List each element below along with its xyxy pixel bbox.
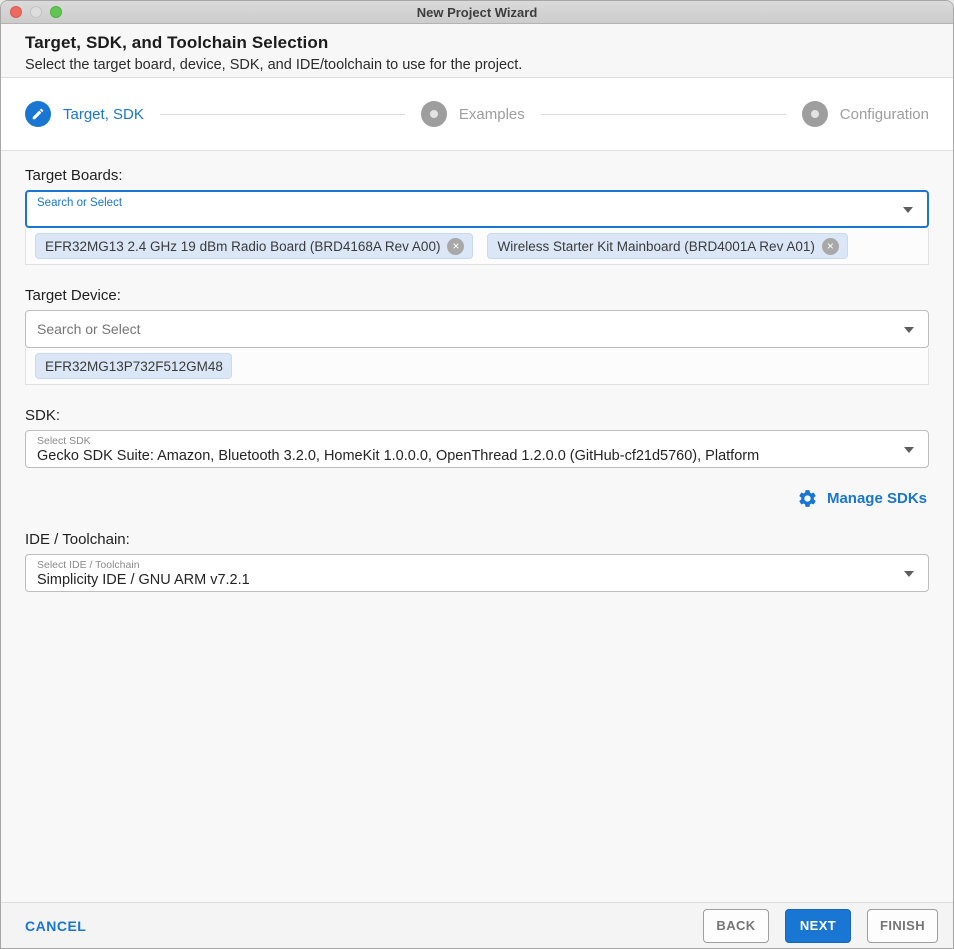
wizard-header: Target, SDK, and Toolchain Selection Sel… [1,24,953,78]
sdk-label: SDK: [25,407,61,424]
manage-sdks-row: Manage SDKs [25,488,927,509]
target-device-label: Target Device: [25,287,121,304]
window-title: New Project Wizard [416,4,538,20]
remove-chip-icon[interactable]: × [447,237,465,255]
device-chip: EFR32MG13P732F512GM48 [35,353,232,379]
chevron-down-icon[interactable] [904,571,914,577]
target-boards-search-placeholder: Search or Select [37,197,123,209]
target-boards-combobox[interactable]: Search or Select [25,190,929,228]
step-label: Examples [458,105,525,123]
chevron-down-icon[interactable] [904,447,914,453]
board-chip: EFR32MG13 2.4 GHz 19 dBm Radio Board (BR… [35,233,474,259]
back-button[interactable]: BACK [702,908,769,943]
footer-buttons: BACK NEXT FINISH [702,908,938,943]
zoom-window-button[interactable] [50,6,62,18]
chip-label: EFR32MG13P732F512GM48 [45,358,223,374]
page-title: Target, SDK, and Toolchain Selection [25,33,329,52]
minimize-window-button [30,6,42,18]
chip-label: EFR32MG13 2.4 GHz 19 dBm Radio Board (BR… [45,238,441,254]
step-examples[interactable]: Examples [420,101,525,127]
wizard-stepper: Target, SDK Examples Configuration [1,78,953,151]
ide-toolchain-select[interactable]: Select IDE / Toolchain Simplicity IDE / … [25,554,929,592]
stepper-connector [540,113,786,115]
target-boards-section: Target Boards: Search or Select EFR32MG1… [25,167,929,265]
target-device-chips: EFR32MG13P732F512GM48 [25,348,929,385]
chevron-down-icon[interactable] [904,327,914,333]
step-configuration[interactable]: Configuration [801,101,929,127]
sdk-section: SDK: Select SDK Gecko SDK Suite: Amazon,… [25,407,929,509]
titlebar: New Project Wizard [1,1,953,24]
ide-toolchain-section: IDE / Toolchain: Select IDE / Toolchain … [25,531,929,592]
step-label: Configuration [839,105,929,123]
target-device-search-placeholder: Search or Select [37,321,141,337]
stepper-connector [159,113,405,115]
target-boards-chips: EFR32MG13 2.4 GHz 19 dBm Radio Board (BR… [25,228,929,265]
sdk-select[interactable]: Select SDK Gecko SDK Suite: Amazon, Blue… [25,430,929,468]
new-project-wizard-window: New Project Wizard Target, SDK, and Tool… [0,0,954,949]
step-target-sdk[interactable]: Target, SDK [25,101,144,127]
wizard-footer: CANCEL BACK NEXT FINISH [1,902,953,948]
step-dot-icon [801,101,828,127]
chip-label: Wireless Starter Kit Mainboard (BRD4001A… [497,238,815,254]
target-device-section: Target Device: Search or Select EFR32MG1… [25,287,929,385]
ide-toolchain-select-label: Select IDE / Toolchain [37,559,140,571]
gear-icon [799,490,816,507]
manage-sdks-button[interactable]: Manage SDKs [797,488,927,509]
window-controls [10,1,62,23]
chevron-down-icon[interactable] [903,207,913,213]
manage-sdks-label: Manage SDKs [826,490,927,507]
target-boards-label: Target Boards: [25,167,123,184]
ide-toolchain-label: IDE / Toolchain: [25,531,130,548]
pencil-icon [25,101,51,127]
page-subtitle: Select the target board, device, SDK, an… [25,57,523,73]
sdk-select-label: Select SDK [37,435,91,447]
wizard-content: Target Boards: Search or Select EFR32MG1… [1,151,953,902]
sdk-select-value: Gecko SDK Suite: Amazon, Bluetooth 3.2.0… [37,448,760,464]
target-device-combobox[interactable]: Search or Select [25,310,929,348]
cancel-button[interactable]: CANCEL [25,918,86,934]
step-dot-icon [420,101,447,127]
close-window-button[interactable] [10,6,22,18]
step-label: Target, SDK [63,105,144,123]
ide-toolchain-select-value: Simplicity IDE / GNU ARM v7.2.1 [37,572,250,588]
next-button[interactable]: NEXT [784,908,851,943]
finish-button[interactable]: FINISH [866,908,938,943]
board-chip: Wireless Starter Kit Mainboard (BRD4001A… [487,233,848,259]
remove-chip-icon[interactable]: × [821,237,839,255]
